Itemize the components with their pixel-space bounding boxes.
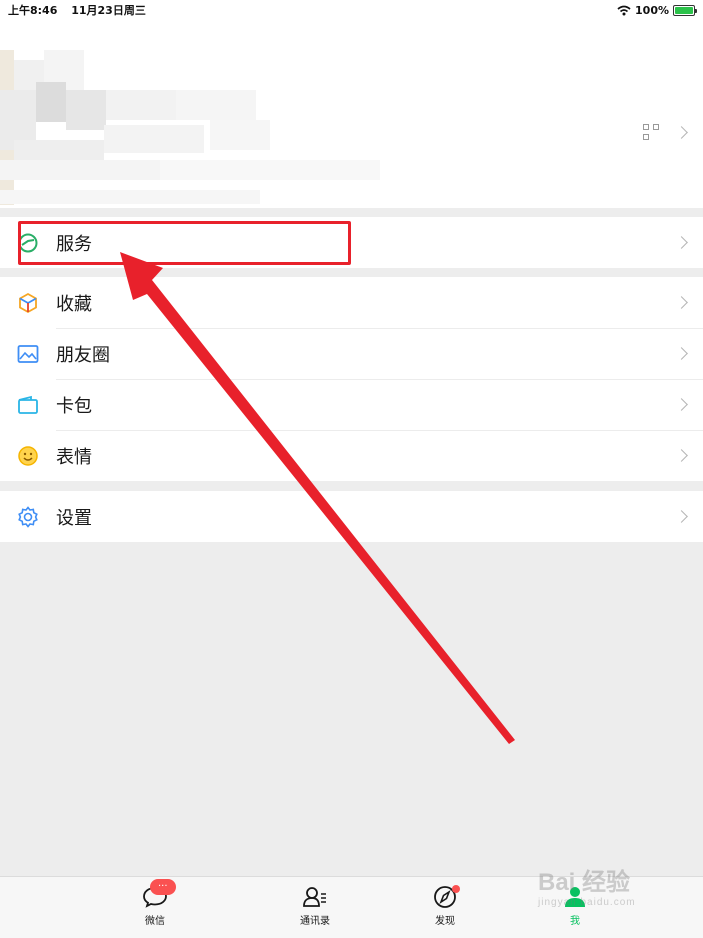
tab-chats[interactable]: ··· 微信 [120, 879, 190, 927]
watermark-text: Bai 经验 [538, 869, 631, 896]
tab-label: 发现 [435, 916, 455, 927]
tab-contacts[interactable]: 通讯录 [280, 885, 350, 927]
contacts-icon [303, 887, 326, 907]
annotation-arrow-icon [120, 252, 515, 744]
tab-discover[interactable]: 发现 [410, 885, 480, 927]
tab-label: 微信 [145, 916, 165, 927]
new-content-dot [452, 885, 460, 893]
watermark-sub: jingyan.baidu.com [538, 897, 636, 908]
tab-label: 我 [570, 916, 580, 927]
unread-badge: ··· [150, 879, 176, 895]
tab-label: 通讯录 [300, 916, 330, 927]
baidu-jingyan-watermark: Bai 经验 jingyan.baidu.com [538, 862, 636, 908]
